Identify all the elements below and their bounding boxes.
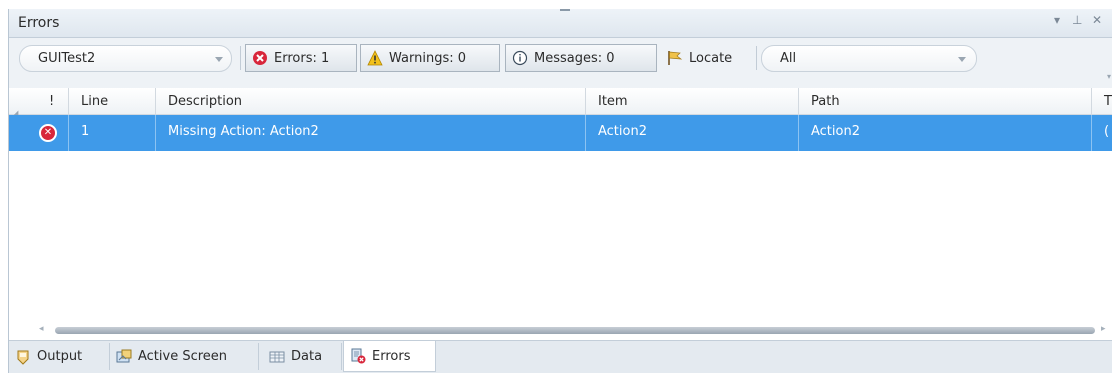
table-row[interactable]: ✕ 1 Missing Action: Action2 Action2 Acti… bbox=[9, 115, 1112, 151]
locate-button[interactable]: Locate bbox=[667, 44, 732, 72]
pane-title: Errors bbox=[18, 15, 60, 31]
output-icon bbox=[17, 350, 29, 365]
active-screen-icon bbox=[116, 349, 132, 362]
messages-filter-button[interactable]: Messages: 0 bbox=[505, 44, 657, 72]
menu-dropdown-icon[interactable]: ▾ bbox=[1054, 13, 1060, 27]
grid-header: ◢ ! Line Description Item Path T bbox=[9, 88, 1112, 117]
scope-value: All bbox=[780, 51, 797, 66]
close-icon[interactable]: ✕ bbox=[1092, 13, 1102, 27]
toolbar-overflow-icon[interactable]: ▾ bbox=[1107, 72, 1111, 81]
locate-label: Locate bbox=[689, 50, 733, 66]
error-icon bbox=[253, 51, 267, 65]
tab-active-screen[interactable]: Active Screen bbox=[110, 343, 259, 370]
item-cell: Action2 bbox=[586, 115, 799, 151]
errors-grid: ◢ ! Line Description Item Path T ✕ 1 Mis… bbox=[9, 88, 1112, 328]
severity-cell: ✕ bbox=[9, 115, 69, 151]
toolbar-separator bbox=[756, 46, 757, 70]
type-cell: ( bbox=[1104, 124, 1110, 139]
column-header-item[interactable]: Item bbox=[586, 88, 799, 115]
column-header-path[interactable]: Path bbox=[799, 88, 1092, 115]
data-icon bbox=[269, 351, 285, 362]
column-header-line[interactable]: Line bbox=[69, 88, 156, 115]
tab-data-label: Data bbox=[291, 349, 323, 364]
pin-icon[interactable]: ⊥ bbox=[1072, 13, 1082, 27]
column-header-severity[interactable]: ◢ ! bbox=[9, 88, 69, 117]
warning-icon bbox=[367, 50, 383, 66]
horizontal-scrollbar[interactable]: ◂ ▸ bbox=[9, 324, 1112, 336]
line-cell: 1 bbox=[69, 115, 156, 151]
tab-output[interactable]: Output bbox=[9, 343, 110, 370]
errors-pane: Errors ▾ ⊥ ✕ GUITest2 Errors: 1 Warnings… bbox=[8, 9, 1112, 373]
bottom-tab-strip: Output Active Screen Data Errors bbox=[9, 340, 1112, 373]
column-header-type[interactable]: T bbox=[1092, 88, 1112, 115]
toolbar-separator bbox=[240, 46, 241, 70]
test-selector-value: GUITest2 bbox=[38, 51, 96, 66]
test-selector-combo[interactable]: GUITest2 bbox=[19, 45, 232, 72]
scrollbar-thumb[interactable] bbox=[55, 327, 1095, 334]
chevron-down-icon bbox=[215, 57, 223, 62]
scroll-right-icon[interactable]: ▸ bbox=[1101, 324, 1106, 334]
column-header-description[interactable]: Description bbox=[156, 88, 586, 115]
error-icon: ✕ bbox=[39, 124, 57, 142]
scroll-left-icon[interactable]: ◂ bbox=[39, 324, 44, 334]
info-icon bbox=[512, 50, 528, 66]
tab-data[interactable]: Data bbox=[259, 343, 342, 370]
warnings-filter-label: Warnings: 0 bbox=[389, 50, 467, 66]
chevron-down-icon bbox=[958, 57, 966, 62]
description-cell: Missing Action: Action2 bbox=[156, 115, 586, 151]
tab-output-label: Output bbox=[37, 349, 83, 364]
errors-filter-label: Errors: 1 bbox=[274, 50, 330, 66]
scope-combo[interactable]: All bbox=[761, 45, 977, 72]
drag-grip[interactable] bbox=[560, 9, 570, 11]
flag-icon bbox=[668, 51, 683, 65]
tab-errors-label: Errors bbox=[372, 348, 411, 364]
warnings-filter-button[interactable]: Warnings: 0 bbox=[360, 44, 500, 72]
tab-errors[interactable]: Errors bbox=[343, 341, 436, 372]
errors-icon bbox=[351, 348, 366, 364]
errors-toolbar: GUITest2 Errors: 1 Warnings: 0 Messages:… bbox=[9, 38, 1112, 88]
path-cell: Action2 bbox=[799, 115, 1092, 151]
errors-filter-button[interactable]: Errors: 1 bbox=[245, 44, 357, 72]
messages-filter-label: Messages: 0 bbox=[534, 50, 615, 66]
pane-title-bar: Errors ▾ ⊥ ✕ bbox=[9, 9, 1112, 38]
tab-active-screen-label: Active Screen bbox=[138, 349, 228, 364]
